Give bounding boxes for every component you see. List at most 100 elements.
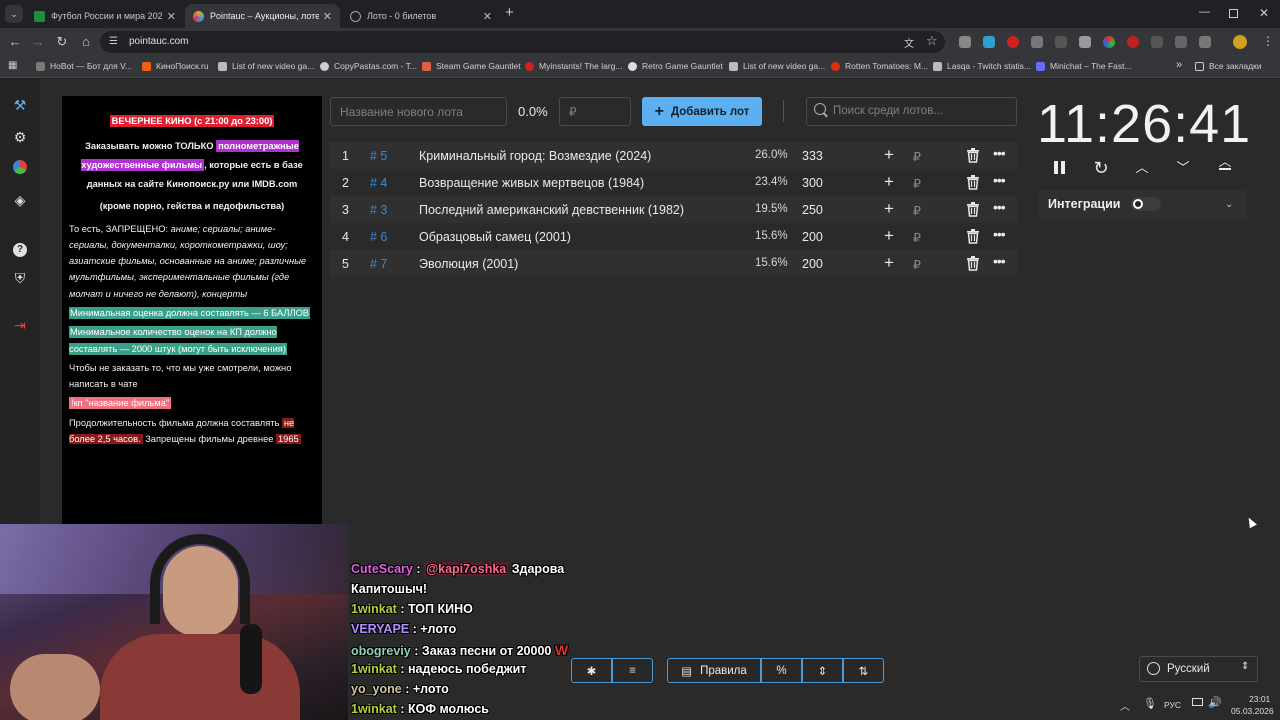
- layers-icon[interactable]: ◈: [11, 191, 29, 209]
- restore-window-icon[interactable]: [1229, 9, 1238, 18]
- trash-icon[interactable]: [966, 175, 980, 190]
- bookmark-star-icon[interactable]: ☆: [926, 33, 938, 49]
- more-options-icon[interactable]: •••: [993, 172, 1006, 188]
- add-amount-icon[interactable]: +: [884, 199, 894, 219]
- apps-grid-icon[interactable]: ▦: [8, 60, 17, 71]
- pause-icon[interactable]: [1048, 157, 1070, 179]
- logout-icon[interactable]: ⇥: [11, 316, 29, 334]
- lot-title[interactable]: Образцовый самец (2001): [419, 230, 571, 244]
- tab-search-button[interactable]: ⌄: [5, 5, 23, 23]
- chevron-down-icon[interactable]: ⌄: [1225, 199, 1233, 210]
- extension-glasses-icon[interactable]: [1031, 36, 1043, 48]
- clock-date[interactable]: 05.03.2026: [1231, 706, 1274, 716]
- clock-time[interactable]: 23:01: [1249, 694, 1270, 704]
- auction-hammer-icon[interactable]: ⚒: [11, 96, 29, 114]
- lot-amount[interactable]: 200: [802, 230, 823, 244]
- more-options-icon[interactable]: •••: [993, 253, 1006, 269]
- browser-tab-pointauc[interactable]: Pointauc – Аукционы, лотереи ✕: [185, 4, 340, 28]
- more-options-icon[interactable]: •••: [993, 145, 1006, 161]
- translate-icon[interactable]: 文: [904, 35, 914, 50]
- reset-timer-icon[interactable]: ↻: [1090, 157, 1112, 179]
- lot-title[interactable]: Криминальный город: Возмездие (2024): [419, 149, 651, 163]
- bookmark-item[interactable]: CopyPastas.com - T...: [320, 61, 417, 71]
- back-arrow-icon[interactable]: ←: [7, 34, 23, 50]
- more-options-icon[interactable]: •••: [993, 199, 1006, 215]
- browser-tab-football[interactable]: Футбол России и мира 2026 - ✕: [26, 4, 184, 28]
- close-tab-icon[interactable]: ✕: [483, 10, 492, 23]
- address-bar[interactable]: [100, 31, 945, 53]
- all-bookmarks[interactable]: Все закладки: [1195, 61, 1262, 71]
- search-input[interactable]: [833, 101, 1013, 121]
- bookmark-item[interactable]: Myinstants! The larg...: [525, 61, 622, 71]
- site-info-icon[interactable]: ☰: [109, 36, 118, 47]
- volume-icon[interactable]: 🔊: [1208, 696, 1222, 709]
- forward-arrow-icon[interactable]: →: [30, 34, 46, 50]
- bookmark-item[interactable]: HoBot — Бот для V...: [36, 61, 132, 71]
- decrease-time-icon[interactable]: ﹀: [1172, 157, 1194, 179]
- bookmark-item[interactable]: List of new video ga...: [218, 61, 314, 71]
- trash-icon[interactable]: [966, 256, 980, 271]
- integrations-toggle[interactable]: [1131, 197, 1161, 211]
- home-icon[interactable]: ⌂: [78, 34, 94, 50]
- close-tab-icon[interactable]: ✕: [167, 10, 176, 23]
- add-amount-icon[interactable]: +: [884, 226, 894, 246]
- bookmark-item[interactable]: Steam Game Gauntlet: [422, 61, 521, 71]
- extension-red-icon[interactable]: [1007, 36, 1019, 48]
- lot-amount[interactable]: 300: [802, 176, 823, 190]
- bookmark-item[interactable]: List of new video ga...: [729, 61, 825, 71]
- extension-media-icon[interactable]: [1055, 36, 1067, 48]
- extension-badge-icon[interactable]: [1127, 36, 1139, 48]
- new-lot-name-input[interactable]: [330, 97, 507, 126]
- trash-icon[interactable]: [966, 202, 980, 217]
- percent-button[interactable]: %: [761, 658, 802, 683]
- more-options-icon[interactable]: •••: [993, 226, 1006, 242]
- add-amount-icon[interactable]: +: [884, 253, 894, 273]
- compress-button[interactable]: ⇕: [802, 658, 843, 683]
- shield-check-icon[interactable]: ⛨: [11, 269, 29, 287]
- trash-icon[interactable]: [966, 148, 980, 163]
- bookmark-item[interactable]: Lasqa - Twitch statis...: [933, 61, 1031, 71]
- more-bookmarks-icon[interactable]: »: [1176, 59, 1182, 71]
- browser-tab-loto[interactable]: Лото - 0 билетов ✕: [342, 4, 500, 28]
- bookmark-item[interactable]: Rotten Tomatoes: M...: [831, 61, 928, 71]
- extension-grey-icon[interactable]: [1079, 36, 1091, 48]
- extension-panel-icon[interactable]: [1175, 36, 1187, 48]
- lot-title[interactable]: Возвращение живых мертвецов (1984): [419, 176, 644, 190]
- bookmark-item[interactable]: Minichat – The Fast...: [1036, 61, 1132, 71]
- bookmark-item[interactable]: Retro Game Gauntlet: [628, 61, 723, 71]
- lot-amount[interactable]: 200: [802, 257, 823, 271]
- increase-time-icon[interactable]: ︿: [1131, 157, 1153, 179]
- minimize-window-icon[interactable]: —: [1199, 6, 1210, 18]
- trash-icon[interactable]: [966, 229, 980, 244]
- network-icon[interactable]: [1192, 698, 1203, 706]
- extension-arrow-icon[interactable]: [983, 36, 995, 48]
- extension-b-icon[interactable]: [1151, 36, 1163, 48]
- add-time-icon[interactable]: ︿: [1214, 155, 1236, 179]
- rules-button[interactable]: ▤ Правила: [667, 658, 761, 683]
- wheel-chart-icon[interactable]: [11, 160, 29, 178]
- tray-expand-icon[interactable]: ︿: [1120, 698, 1130, 713]
- extensions-puzzle-icon[interactable]: [1199, 36, 1211, 48]
- bug-report-button[interactable]: ✱: [571, 658, 612, 683]
- lot-amount[interactable]: 333: [802, 149, 823, 163]
- settings-gear-icon[interactable]: ⚙: [11, 128, 29, 146]
- new-tab-button[interactable]: +: [505, 4, 514, 21]
- url-text[interactable]: pointauc.com: [129, 36, 188, 47]
- help-icon[interactable]: ?: [11, 238, 29, 257]
- reload-icon[interactable]: ↻: [54, 34, 70, 50]
- lot-amount[interactable]: 250: [802, 203, 823, 217]
- close-window-icon[interactable]: ✕: [1259, 6, 1269, 20]
- add-amount-icon[interactable]: +: [884, 145, 894, 165]
- sort-button[interactable]: ⇅: [843, 658, 884, 683]
- add-lot-button[interactable]: + Добавить лот: [642, 97, 762, 126]
- language-select[interactable]: Русский ⇕: [1139, 656, 1258, 682]
- extension-database-icon[interactable]: [959, 36, 971, 48]
- extension-colorful-icon[interactable]: [1103, 36, 1115, 48]
- new-lot-price-input[interactable]: [559, 97, 631, 126]
- lot-title[interactable]: Последний американский девственник (1982…: [419, 203, 684, 217]
- profile-avatar-icon[interactable]: [1233, 35, 1247, 49]
- browser-menu-icon[interactable]: ⋮: [1262, 34, 1274, 48]
- keyboard-language[interactable]: РУС: [1164, 700, 1181, 710]
- microphone-icon[interactable]: 🎙: [1143, 697, 1157, 710]
- clear-lots-button[interactable]: ≡: [612, 658, 653, 683]
